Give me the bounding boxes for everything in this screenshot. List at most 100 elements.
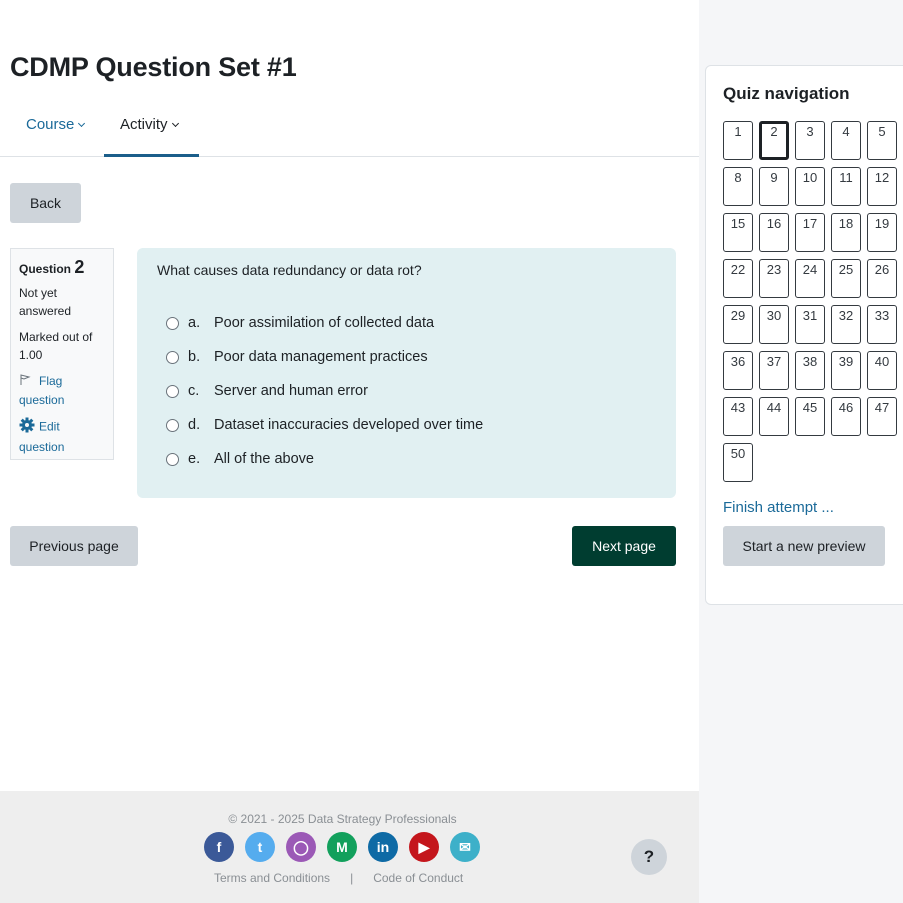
facebook-icon[interactable]: f [204, 832, 234, 862]
question-state: Not yet answered [19, 286, 72, 318]
answer-letter: c. [188, 383, 200, 399]
secondary-navigation: Course Activity [0, 104, 699, 157]
question-nav-button-8[interactable]: 8 [723, 167, 753, 206]
answer-text: Server and human error [214, 383, 368, 399]
code-of-conduct-link[interactable]: Code of Conduct [373, 871, 463, 885]
github-icon[interactable]: ◯ [286, 832, 316, 862]
question-nav-button-37[interactable]: 37 [759, 351, 789, 390]
question-nav-button-40[interactable]: 40 [867, 351, 897, 390]
question-nav-button-45[interactable]: 45 [795, 397, 825, 436]
copyright-text: © 2021 - 2025 Data Strategy Professional… [228, 812, 457, 826]
question-nav-button-23[interactable]: 23 [759, 259, 789, 298]
question-nav-button-38[interactable]: 38 [795, 351, 825, 390]
question-nav-button-43[interactable]: 43 [723, 397, 753, 436]
question-nav-button-32[interactable]: 32 [831, 305, 861, 344]
question-nav-button-19[interactable]: 19 [867, 213, 897, 252]
question-nav-button-22[interactable]: 22 [723, 259, 753, 298]
answer-list: a. Poor assimilation of collected data b… [157, 306, 656, 476]
chevron-down-icon [78, 119, 86, 128]
question-nav-button-47[interactable]: 47 [867, 397, 897, 436]
question-formulation: What causes data redundancy or data rot?… [137, 248, 676, 498]
next-page-button[interactable]: Next page [572, 526, 676, 566]
tab-course[interactable]: Course [14, 104, 96, 157]
question-nav-button-26[interactable]: 26 [867, 259, 897, 298]
question-nav-button-44[interactable]: 44 [759, 397, 789, 436]
question-nav-button-17[interactable]: 17 [795, 213, 825, 252]
question-nav-button-4[interactable]: 4 [831, 121, 861, 160]
answer-letter: a. [188, 315, 201, 331]
help-button[interactable]: ? [631, 839, 667, 875]
chevron-down-icon [171, 119, 179, 128]
answer-option-b[interactable]: b. Poor data management practices [157, 340, 656, 374]
answer-option-d[interactable]: d. Dataset inaccuracies developed over t… [157, 408, 656, 442]
quiz-navigation-block: Quiz navigation 1 2 3 4 5 8 9 10 11 12 15 16 17 18 19 2… [705, 65, 903, 605]
answer-option-c[interactable]: c. Server and human error [157, 374, 656, 408]
question-nav-button-30[interactable]: 30 [759, 305, 789, 344]
question-number-value: 2 [74, 257, 85, 277]
page-title: CDMP Question Set #1 [10, 52, 297, 82]
question-nav-button-16[interactable]: 16 [759, 213, 789, 252]
terms-link[interactable]: Terms and Conditions [214, 871, 330, 885]
question-nav-button-2[interactable]: 2 [759, 121, 789, 160]
edit-question-link[interactable]: Edit question [19, 417, 105, 456]
question-grade: Marked out of 1.00 [19, 330, 93, 362]
answer-text: Poor data management practices [214, 349, 428, 365]
twitter-icon[interactable]: t [245, 832, 275, 862]
gear-icon [19, 417, 35, 438]
question-nav-button-29[interactable]: 29 [723, 305, 753, 344]
question-nav-button-46[interactable]: 46 [831, 397, 861, 436]
radio-button[interactable] [166, 316, 179, 330]
finish-attempt-link[interactable]: Finish attempt ... [723, 499, 834, 516]
question-nav-button-33[interactable]: 33 [867, 305, 897, 344]
answer-text: Dataset inaccuracies developed over time [214, 417, 484, 433]
question-nav-button-5[interactable]: 5 [867, 121, 897, 160]
answer-option-a[interactable]: a. Poor assimilation of collected data [157, 306, 656, 340]
answer-text: All of the above [214, 451, 314, 467]
social-links: f t ◯ Min ▶ ✉ [204, 832, 480, 862]
youtube-icon[interactable]: ▶ [409, 832, 439, 862]
answer-letter: d. [188, 417, 201, 433]
answer-letter: e. [188, 451, 201, 467]
answer-letter: b. [188, 349, 201, 365]
question-nav-button-31[interactable]: 31 [795, 305, 825, 344]
question-nav-button-18[interactable]: 18 [831, 213, 861, 252]
question-label: Question [19, 262, 72, 276]
linkedin-icon[interactable]: in [368, 832, 398, 862]
question-nav-button-50[interactable]: 50 [723, 443, 753, 482]
tab-activity-label: Activity [120, 116, 168, 133]
tab-activity[interactable]: Activity [104, 104, 199, 157]
flag-icon [19, 373, 35, 391]
previous-page-button[interactable]: Previous page [10, 526, 138, 566]
question-info-panel: Question 2 Not yet answered Marked out o… [10, 248, 114, 460]
radio-button[interactable] [166, 350, 179, 364]
question-nav-button-3[interactable]: 3 [795, 121, 825, 160]
footer-separator: | [350, 871, 354, 885]
question-nav-button-25[interactable]: 25 [831, 259, 861, 298]
main-content: CDMP Question Set #1 Course Activity Bac… [0, 0, 699, 903]
answer-text: Poor assimilation of collected data [214, 315, 435, 331]
start-new-preview-button[interactable]: Start a new preview [723, 526, 885, 566]
question-nav-button-11[interactable]: 11 [831, 167, 861, 206]
question-nav-button-24[interactable]: 24 [795, 259, 825, 298]
back-button[interactable]: Back [10, 183, 81, 223]
footer: © 2021 - 2025 Data Strategy Professional… [0, 791, 699, 903]
answer-option-e[interactable]: e. All of the above [157, 442, 656, 476]
flag-question-link[interactable]: Flag question [19, 372, 105, 409]
quiz-navigation-title: Quiz navigation [723, 84, 850, 103]
medium-icon[interactable]: M [327, 832, 357, 862]
question-nav-button-9[interactable]: 9 [759, 167, 789, 206]
question-number: Question 2 [19, 257, 105, 278]
radio-button[interactable] [166, 452, 179, 466]
question-nav-button-1[interactable]: 1 [723, 121, 753, 160]
question-text: What causes data redundancy or data rot? [157, 262, 422, 278]
footer-links: Terms and Conditions | Code of Conduct [214, 871, 463, 885]
question-nav-button-12[interactable]: 12 [867, 167, 897, 206]
tab-course-label: Course [26, 116, 75, 133]
email-icon[interactable]: ✉ [450, 832, 480, 862]
radio-button[interactable] [166, 384, 179, 398]
radio-button[interactable] [166, 418, 179, 432]
question-nav-button-36[interactable]: 36 [723, 351, 753, 390]
question-nav-button-39[interactable]: 39 [831, 351, 861, 390]
question-nav-button-10[interactable]: 10 [795, 167, 825, 206]
question-nav-button-15[interactable]: 15 [723, 213, 753, 252]
